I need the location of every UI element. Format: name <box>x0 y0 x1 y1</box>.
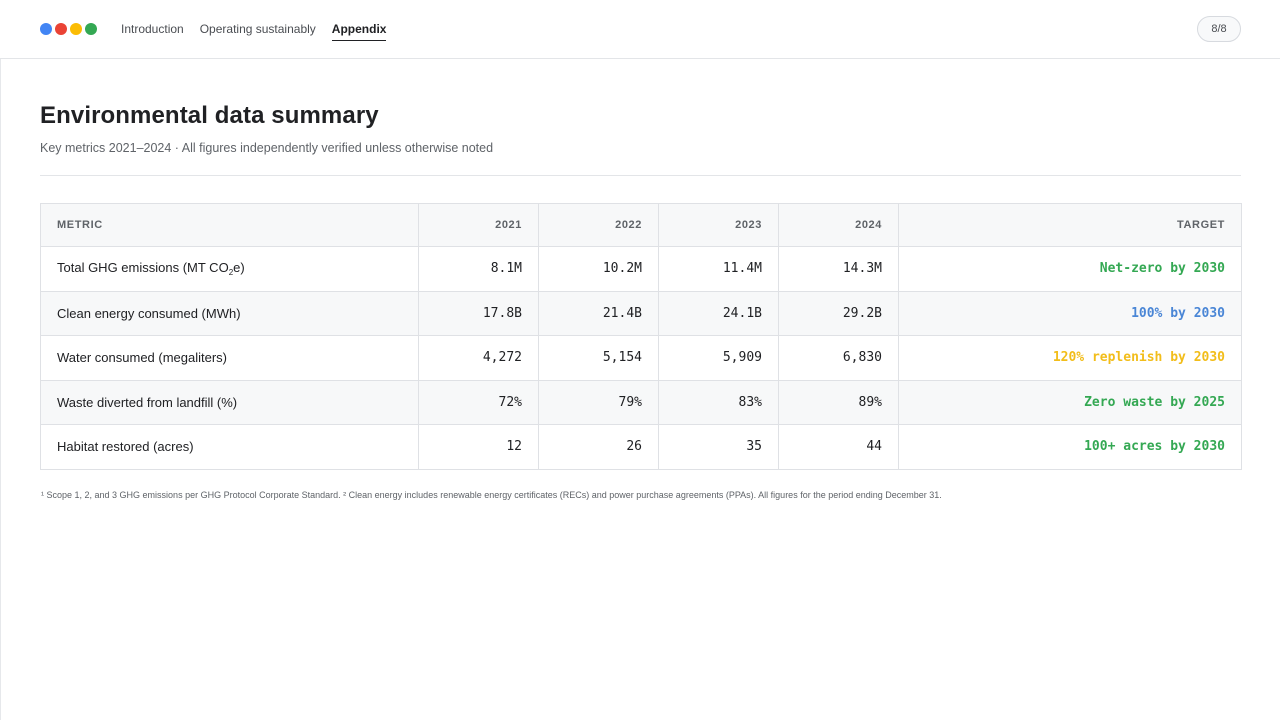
table-row: Clean energy consumed (MWh) 17.8B 21.4B … <box>40 290 1242 336</box>
target-value: Zero waste by 2025 <box>898 379 1242 425</box>
value-2022: 26 <box>538 424 659 470</box>
top-bar: Introduction Operating sustainably Appen… <box>0 0 1280 59</box>
table-row: Waste diverted from landfill (%) 72% 79%… <box>40 379 1242 425</box>
metric-name: Water consumed (megaliters) <box>40 335 419 381</box>
page-title: Environmental data summary <box>40 102 379 129</box>
value-2022: 21.4B <box>538 290 659 336</box>
metric-name: Waste diverted from landfill (%) <box>40 379 419 425</box>
metric-text-suffix: e) <box>233 260 245 276</box>
table-row: Water consumed (megaliters) 4,272 5,154 … <box>40 335 1242 381</box>
target-value: 120% replenish by 2030 <box>898 335 1242 381</box>
logo-dot-yellow <box>70 23 82 35</box>
column-header-target: TARGET <box>898 203 1242 247</box>
column-header-metric: METRIC <box>40 203 419 247</box>
section-nav: Introduction Operating sustainably Appen… <box>121 21 387 41</box>
value-2021: 72% <box>418 379 539 425</box>
logo-dot-green <box>85 23 97 35</box>
nav-appendix[interactable]: Appendix <box>331 21 387 41</box>
page-indicator: 8/8 <box>1197 16 1241 42</box>
logo-dot-blue <box>40 23 52 35</box>
value-2023: 83% <box>658 379 779 425</box>
value-2022: 5,154 <box>538 335 659 381</box>
target-value: 100% by 2030 <box>898 290 1242 336</box>
nav-operating-sustainably[interactable]: Operating sustainably <box>200 21 316 41</box>
metrics-table: METRIC 2021 2022 2023 2024 TARGET Total … <box>40 203 1242 470</box>
value-2023: 24.1B <box>658 290 779 336</box>
target-value: Net-zero by 2030 <box>898 246 1242 292</box>
table-row: Habitat restored (acres) 12 26 35 44 100… <box>40 424 1242 470</box>
metric-name: Habitat restored (acres) <box>40 424 419 470</box>
value-2024: 44 <box>778 424 899 470</box>
value-2022: 10.2M <box>538 246 659 292</box>
brand-logo <box>40 23 97 35</box>
column-header-2023: 2023 <box>658 203 779 247</box>
column-header-2022: 2022 <box>538 203 659 247</box>
value-2024: 29.2B <box>778 290 899 336</box>
target-value: 100+ acres by 2030 <box>898 424 1242 470</box>
metric-text: Total GHG emissions (MT CO <box>57 260 229 276</box>
value-2023: 35 <box>658 424 779 470</box>
value-2023: 5,909 <box>658 335 779 381</box>
left-border <box>0 59 1 720</box>
table-header-row: METRIC 2021 2022 2023 2024 TARGET <box>40 203 1242 247</box>
column-header-2021: 2021 <box>418 203 539 247</box>
value-2021: 8.1M <box>418 246 539 292</box>
value-2024: 89% <box>778 379 899 425</box>
nav-introduction[interactable]: Introduction <box>121 21 184 41</box>
page-subtitle: Key metrics 2021–2024 · All figures inde… <box>40 141 494 155</box>
value-2021: 4,272 <box>418 335 539 381</box>
value-2021: 12 <box>418 424 539 470</box>
footnote: ¹ Scope 1, 2, and 3 GHG emissions per GH… <box>41 490 942 500</box>
metric-name: Clean energy consumed (MWh) <box>40 290 419 336</box>
value-2023: 11.4M <box>658 246 779 292</box>
value-2024: 6,830 <box>778 335 899 381</box>
column-header-2024: 2024 <box>778 203 899 247</box>
header-divider <box>40 175 1241 176</box>
value-2021: 17.8B <box>418 290 539 336</box>
value-2022: 79% <box>538 379 659 425</box>
logo-dot-red <box>55 23 67 35</box>
table-row: Total GHG emissions (MT CO2e) 8.1M 10.2M… <box>40 246 1242 292</box>
metric-name: Total GHG emissions (MT CO2e) <box>40 246 419 292</box>
value-2024: 14.3M <box>778 246 899 292</box>
